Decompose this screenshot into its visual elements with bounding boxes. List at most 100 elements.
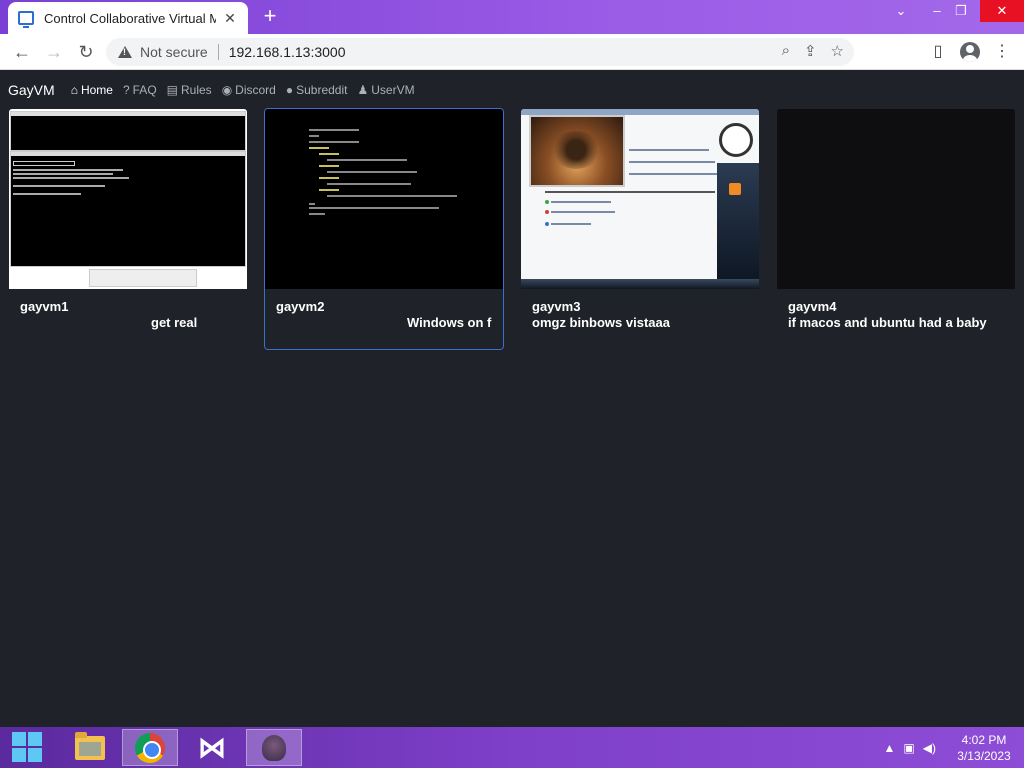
- start-button[interactable]: [0, 729, 56, 766]
- vm-name[interactable]: gayvm1: [20, 299, 68, 314]
- vm-app-icon: [262, 734, 286, 761]
- vm2-text-line: [327, 159, 407, 161]
- rss-icon: [729, 183, 741, 195]
- address-toolbar: ← → ↻ Not secure 192.168.1.13:3000 ⌕ ⇪ ☆…: [0, 34, 1024, 70]
- taskbar-vm-app[interactable]: [246, 729, 302, 766]
- vm2-text-line: [309, 213, 325, 215]
- vm2-text-line: [319, 177, 339, 179]
- discord-icon: ◉: [221, 83, 233, 97]
- reload-icon[interactable]: ↻: [74, 40, 98, 64]
- visual-studio-icon: ⋈: [198, 731, 226, 763]
- clock-date: 3/13/2023: [957, 748, 1011, 763]
- vm2-text-line: [309, 129, 359, 131]
- vm-description: get real: [151, 315, 198, 330]
- nav-uservm[interactable]: ♟ UserVM: [357, 83, 414, 97]
- volume-icon[interactable]: ◀): [923, 741, 936, 755]
- omnibox[interactable]: Not secure 192.168.1.13:3000 ⌕ ⇪ ☆: [106, 38, 854, 66]
- url-text[interactable]: 192.168.1.13:3000: [229, 44, 346, 60]
- taskbar-visual-studio[interactable]: ⋈: [184, 729, 240, 766]
- nav-rules-label: Rules: [181, 83, 212, 97]
- vm-name[interactable]: gayvm3: [532, 299, 580, 314]
- vm-thumbnail-4[interactable]: [777, 109, 1015, 289]
- vm2-text-line: [309, 203, 315, 205]
- question-icon: ?: [122, 83, 130, 97]
- vm-name[interactable]: gayvm2: [276, 299, 324, 314]
- vm1-cmd-line: [13, 173, 113, 175]
- vm2-text-line: [319, 153, 339, 155]
- not-secure-label[interactable]: Not secure: [140, 44, 208, 60]
- tray-overflow-icon[interactable]: ▲: [884, 741, 896, 755]
- taskbar-clock[interactable]: 4:02 PM 3/13/2023: [944, 732, 1024, 764]
- profile-avatar[interactable]: [958, 40, 982, 64]
- system-tray: ▲ ▣ ◀) 4:02 PM 3/13/2023: [884, 727, 1024, 768]
- vm-card-1[interactable]: gayvm1 get real: [8, 108, 248, 350]
- vm1-dialog: [89, 269, 197, 287]
- vm-thumbnail-3[interactable]: [521, 109, 759, 289]
- vm2-text-line: [309, 141, 359, 143]
- vm2-text-line: [327, 183, 411, 185]
- avatar-icon: [960, 42, 980, 62]
- reddit-icon: ●: [285, 83, 294, 97]
- nav-discord[interactable]: ◉ Discord: [222, 83, 276, 97]
- vm-description: omgz binbows vistaaa: [532, 315, 670, 330]
- nav-subreddit-label: Subreddit: [296, 83, 348, 97]
- vm2-text-line: [309, 135, 319, 137]
- zoom-icon[interactable]: ⌕: [782, 42, 790, 60]
- bookmark-star-icon[interactable]: ☆: [831, 42, 844, 60]
- warning-icon[interactable]: [118, 46, 132, 58]
- taskbar-file-explorer[interactable]: [62, 729, 118, 766]
- browser-titlebar: Control Collaborative Virtual Mac ✕ + ⌄ …: [0, 0, 1024, 34]
- monitor-icon: [18, 11, 34, 28]
- tab-search-icon[interactable]: ⌄: [884, 0, 918, 22]
- back-icon[interactable]: ←: [10, 40, 34, 64]
- vm2-text-line: [327, 171, 417, 173]
- nav-home-label: Home: [80, 83, 113, 97]
- file-explorer-icon: [75, 731, 105, 760]
- forward-icon[interactable]: →: [42, 40, 66, 64]
- vm1-titlebar-top: [11, 112, 245, 116]
- vm1-titlebar-main: [11, 152, 245, 156]
- new-tab-button[interactable]: +: [258, 4, 282, 28]
- nav-faq-label: FAQ: [132, 83, 157, 97]
- vm1-cmd-header: [13, 161, 75, 166]
- vm-card-2[interactable]: gayvm2 Windows on f: [264, 108, 504, 350]
- restore-button[interactable]: ❐: [944, 0, 978, 22]
- vm1-cmd-window-top: [10, 111, 246, 151]
- windows-taskbar: ⋈ ▲ ▣ ◀) 4:02 PM 3/13/2023: [0, 727, 1024, 768]
- nav-subreddit[interactable]: ● Subreddit: [286, 83, 348, 97]
- tab-title: Control Collaborative Virtual Mac: [44, 10, 216, 26]
- home-icon: ⌂: [70, 83, 78, 97]
- chrome-icon: [135, 732, 165, 763]
- vm3-sidebar: [717, 163, 759, 289]
- nav-home[interactable]: ⌂ Home: [71, 83, 113, 97]
- vm3-dot-green: [545, 200, 549, 204]
- vm-thumbnail-1[interactable]: [9, 109, 247, 289]
- vm-card-4[interactable]: gayvm4 if macos and ubuntu had a baby: [776, 108, 1016, 350]
- vm1-cmd-line: [13, 193, 81, 195]
- vm-card-3[interactable]: gayvm3 omgz binbows vistaaa: [520, 108, 760, 350]
- share-icon[interactable]: ⇪: [804, 42, 817, 60]
- vm-description: if macos and ubuntu had a baby: [788, 315, 987, 330]
- vm3-taskbar: [521, 279, 759, 289]
- taskbar-chrome[interactable]: [122, 729, 178, 766]
- vm1-cmd-line: [13, 169, 123, 171]
- browser-tab[interactable]: Control Collaborative Virtual Mac ✕: [8, 2, 248, 34]
- vm2-text-line: [319, 165, 339, 167]
- close-window-button[interactable]: ✕: [980, 0, 1024, 22]
- start-icon: [12, 731, 44, 764]
- user-icon: ♟: [357, 83, 369, 97]
- clipboard-icon: ▤: [166, 83, 178, 97]
- close-tab-icon[interactable]: ✕: [222, 10, 238, 27]
- nav-rules[interactable]: ▤ Rules: [167, 83, 212, 97]
- vm-thumbnail-2[interactable]: [265, 109, 503, 289]
- omnibox-divider: [217, 44, 219, 60]
- site-brand[interactable]: GayVM: [8, 82, 55, 98]
- vm-name[interactable]: gayvm4: [788, 299, 836, 314]
- nav-faq[interactable]: ? FAQ: [123, 83, 157, 97]
- side-panel-icon[interactable]: ▯: [926, 40, 950, 64]
- clock-time: 4:02 PM: [961, 732, 1007, 747]
- vm1-cmd-line: [13, 185, 105, 187]
- network-icon[interactable]: ▣: [903, 741, 914, 755]
- nav-discord-label: Discord: [235, 83, 276, 97]
- menu-kebab-icon[interactable]: ⋮: [990, 40, 1014, 64]
